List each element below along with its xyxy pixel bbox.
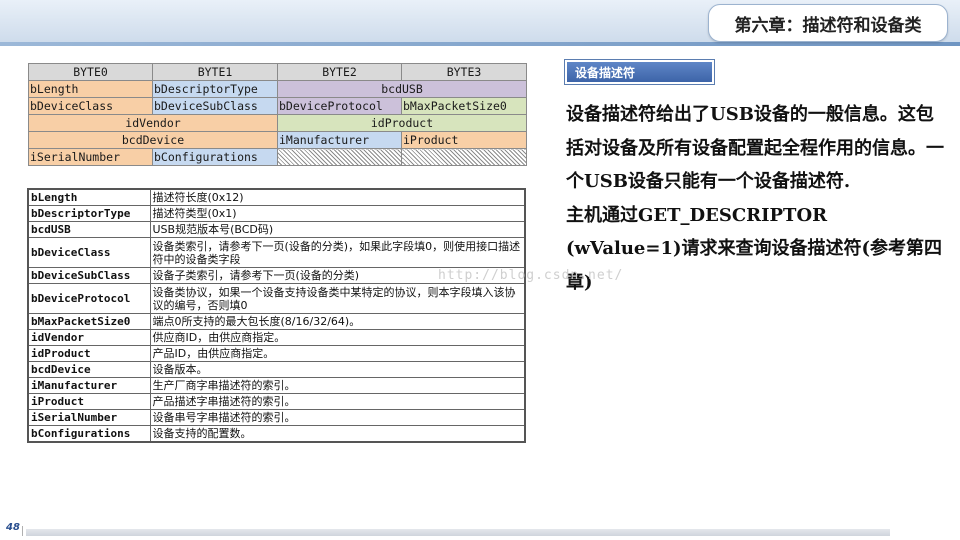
byte-header: BYTE0 <box>28 63 153 81</box>
field-row: iProduct 产品描述字串描述符的索引。 <box>27 393 526 410</box>
layout-cell: bDeviceProtocol <box>277 97 402 115</box>
layout-cell: bcdDevice <box>28 131 278 149</box>
field-row: bcdUSB USB规范版本号(BCD码) <box>27 221 526 238</box>
field-row: bcdDevice 设备版本。 <box>27 361 526 378</box>
descriptor-layout-table: BYTE0 BYTE1 BYTE2 BYTE3 bLength bDescrip… <box>28 63 527 166</box>
explanation-paragraph: 设备描述符给出了USB设备的一般信息。这包括对设备及所有设备配置起全程作用的信息… <box>566 104 944 192</box>
field-row: iManufacturer 生产厂商字串描述符的索引。 <box>27 377 526 394</box>
watermark: http://blog.csdn.net/ <box>438 268 624 283</box>
footer-bar <box>26 529 890 536</box>
field-desc: 产品描述字串描述符的索引。 <box>149 393 526 410</box>
field-name: bDeviceClass <box>27 237 151 268</box>
chapter-title: 第六章：描述符和设备类 <box>708 4 948 42</box>
field-name: iManufacturer <box>27 377 151 394</box>
layout-row: idVendor idProduct <box>28 114 527 132</box>
field-desc: 产品ID，由供应商指定。 <box>149 345 526 362</box>
section-label: 设备描述符 <box>564 59 715 85</box>
field-row: idVendor 供应商ID，由供应商指定。 <box>27 329 526 346</box>
field-desc: 设备串号字串描述符的索引。 <box>149 409 526 426</box>
layout-row: bDeviceClass bDeviceSubClass bDeviceProt… <box>28 97 527 115</box>
page-number: 48 <box>6 522 20 533</box>
field-row: bDeviceProtocol 设备类协议，如果一个设备支持设备类中某特定的协议… <box>27 283 526 314</box>
reserved-cell <box>401 148 527 166</box>
layout-cell: bDeviceSubClass <box>152 97 278 115</box>
reserved-cell <box>277 148 402 166</box>
field-name: iProduct <box>27 393 151 410</box>
field-name: bDeviceProtocol <box>27 283 151 314</box>
layout-cell: bLength <box>28 80 153 98</box>
field-row: idProduct 产品ID，由供应商指定。 <box>27 345 526 362</box>
layout-cell: bDeviceClass <box>28 97 153 115</box>
field-desc: 端点0所支持的最大包长度(8/16/32/64)。 <box>149 313 526 330</box>
field-row: bConfigurations 设备支持的配置数。 <box>27 425 526 443</box>
layout-row: bcdDevice iManufacturer iProduct <box>28 131 527 149</box>
layout-cell: iSerialNumber <box>28 148 153 166</box>
field-name: bDescriptorType <box>27 205 151 222</box>
field-name: bcdUSB <box>27 221 151 238</box>
section-label-text: 设备描述符 <box>567 62 712 82</box>
field-desc: 描述符类型(0x1) <box>149 205 526 222</box>
header-divider <box>0 42 960 46</box>
field-row: iSerialNumber 设备串号字串描述符的索引。 <box>27 409 526 426</box>
layout-cell: bcdUSB <box>277 80 527 98</box>
layout-cell: bConfigurations <box>152 148 278 166</box>
byte-header: BYTE1 <box>152 63 278 81</box>
field-name: bcdDevice <box>27 361 151 378</box>
field-desc: 设备支持的配置数。 <box>149 425 526 443</box>
field-desc: 描述符长度(0x12) <box>149 188 526 206</box>
layout-cell: idProduct <box>277 114 527 132</box>
field-desc: USB规范版本号(BCD码) <box>149 221 526 238</box>
explanation-paragraph: 主机通过GET_DESCRIPTOR (wValue=1)请求来查询设备描述符(… <box>566 204 943 293</box>
field-row: bLength 描述符长度(0x12) <box>27 188 526 206</box>
layout-cell: bMaxPacketSize0 <box>401 97 527 115</box>
field-row: bMaxPacketSize0 端点0所支持的最大包长度(8/16/32/64)… <box>27 313 526 330</box>
field-name: idProduct <box>27 345 151 362</box>
field-row: bDescriptorType 描述符类型(0x1) <box>27 205 526 222</box>
field-desc: 设备版本。 <box>149 361 526 378</box>
layout-row: iSerialNumber bConfigurations <box>28 148 527 166</box>
layout-cell: idVendor <box>28 114 278 132</box>
field-name: bDeviceSubClass <box>27 267 151 284</box>
field-name: bLength <box>27 188 151 206</box>
layout-cell: iProduct <box>401 131 527 149</box>
byte-header: BYTE2 <box>277 63 402 81</box>
layout-cell: bDescriptorType <box>152 80 278 98</box>
field-name: idVendor <box>27 329 151 346</box>
footer-divider <box>22 526 23 536</box>
field-description-table: bLength 描述符长度(0x12) bDescriptorType 描述符类… <box>27 188 526 443</box>
field-name: bConfigurations <box>27 425 151 443</box>
field-desc: 供应商ID，由供应商指定。 <box>149 329 526 346</box>
field-name: iSerialNumber <box>27 409 151 426</box>
byte-header: BYTE3 <box>401 63 527 81</box>
layout-row: bLength bDescriptorType bcdUSB <box>28 80 527 98</box>
field-name: bMaxPacketSize0 <box>27 313 151 330</box>
field-row: bDeviceClass 设备类索引，请参考下一页(设备的分类)，如果此字段填0… <box>27 237 526 268</box>
byte-header-row: BYTE0 BYTE1 BYTE2 BYTE3 <box>28 63 527 81</box>
field-desc: 生产厂商字串描述符的索引。 <box>149 377 526 394</box>
field-desc: 设备类索引，请参考下一页(设备的分类)，如果此字段填0，则使用接口描述符中的设备… <box>149 237 526 268</box>
layout-cell: iManufacturer <box>277 131 402 149</box>
field-desc: 设备类协议，如果一个设备支持设备类中某特定的协议，则本字段填入该协议的编号，否则… <box>149 283 526 314</box>
